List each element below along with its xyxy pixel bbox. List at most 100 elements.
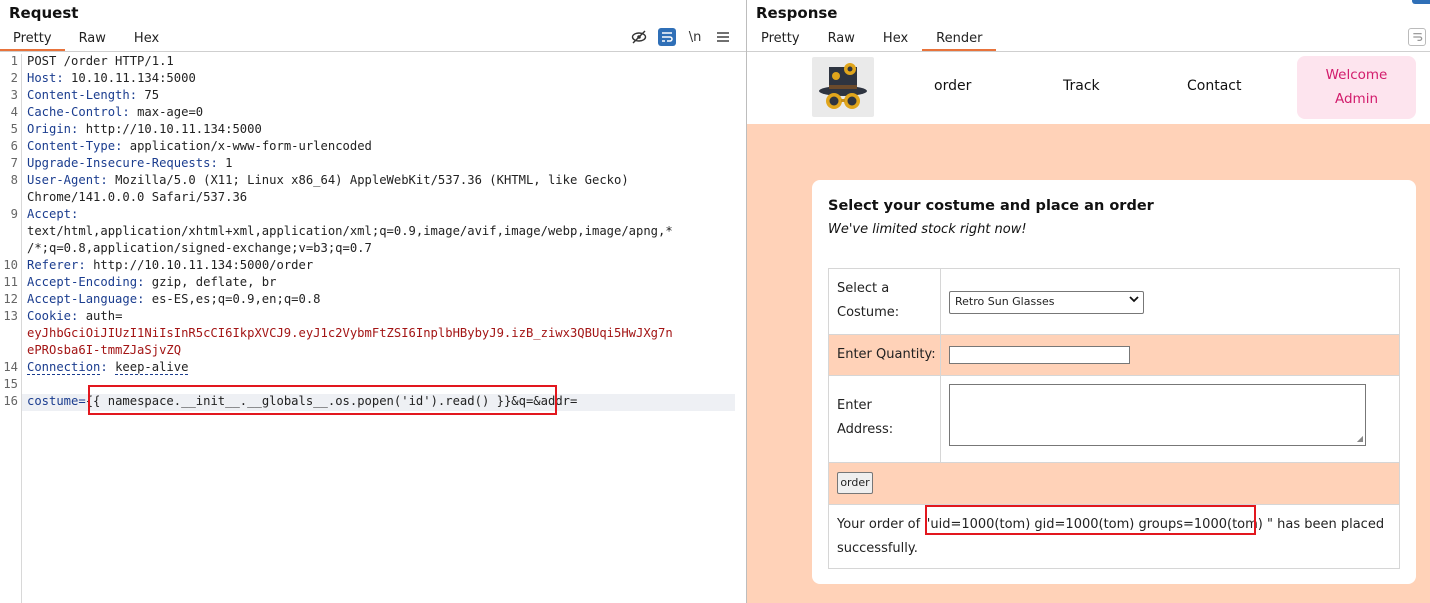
- result-highlight-box: [925, 505, 1256, 535]
- header-value: max-age=0: [137, 105, 204, 119]
- button-row: order: [829, 462, 1399, 504]
- quantity-input[interactable]: [949, 346, 1130, 364]
- nav-track[interactable]: Track: [1063, 78, 1100, 94]
- quantity-row: Enter Quantity:: [829, 334, 1399, 375]
- code-line[interactable]: Content-Type: application/x-www-form-url…: [27, 139, 372, 153]
- header-separator: :: [100, 173, 116, 187]
- address-textarea[interactable]: ◢: [949, 384, 1366, 446]
- header-separator: =: [78, 394, 86, 408]
- code-line[interactable]: User-Agent: Mozilla/5.0 (X11; Linux x86_…: [27, 173, 629, 187]
- code-line[interactable]: Accept:: [27, 207, 78, 221]
- code-line[interactable]: Chrome/141.0.0.0 Safari/537.36: [27, 190, 247, 204]
- address-row: Enter Address: ◢: [829, 375, 1399, 462]
- line-number: 3: [10, 88, 18, 102]
- request-title: Request: [9, 4, 79, 22]
- tab-hex[interactable]: Hex: [120, 30, 173, 51]
- code-line[interactable]: Connection: keep-alive: [27, 360, 189, 375]
- code-line[interactable]: text/html,application/xhtml+xml,applicat…: [27, 224, 673, 238]
- header-key: Referer: [27, 258, 79, 272]
- line-number: 16: [3, 394, 18, 408]
- order-button[interactable]: order: [837, 472, 873, 494]
- code-line[interactable]: Accept-Encoding: gzip, deflate, br: [27, 275, 277, 289]
- wrap-icon[interactable]: [1408, 28, 1426, 46]
- code-line[interactable]: Cookie: auth=: [27, 309, 122, 323]
- corner-indicator: [1412, 0, 1430, 4]
- menu-icon[interactable]: [714, 28, 732, 46]
- header-separator: :: [71, 309, 86, 323]
- code-line[interactable]: Host: 10.10.11.134:5000: [27, 71, 196, 85]
- tab-hex[interactable]: Hex: [869, 30, 922, 51]
- resize-handle-icon[interactable]: ◢: [1357, 434, 1363, 443]
- header-key: costume: [27, 394, 79, 408]
- line-number: 13: [3, 309, 18, 323]
- line-number: 5: [10, 122, 18, 136]
- code-line[interactable]: eyJhbGciOiJIUzI1NiIsInR5cCI6IkpXVCJ9.eyJ…: [27, 326, 673, 340]
- cookie-value: eyJhbGciOiJIUzI1NiIsInR5cCI6IkpXVCJ9.eyJ…: [27, 326, 673, 340]
- newline-icon[interactable]: \n: [686, 28, 704, 46]
- code-line[interactable]: Origin: http://10.10.11.134:5000: [27, 122, 262, 136]
- line-number: 2: [10, 71, 18, 85]
- header-value: application/x-www-form-urlencoded: [129, 139, 372, 153]
- header-separator: :: [129, 88, 145, 102]
- line-number: 6: [10, 139, 18, 153]
- line-number: 14: [3, 360, 18, 374]
- tab-render[interactable]: Render: [922, 30, 997, 51]
- steampunk-hat-logo[interactable]: [812, 57, 874, 117]
- nav-contact[interactable]: Contact: [1187, 78, 1241, 94]
- tab-pretty[interactable]: Pretty: [747, 30, 814, 51]
- header-key: Host: [27, 71, 57, 85]
- header-value: gzip, deflate, br: [151, 275, 277, 289]
- code-line[interactable]: POST /order HTTP/1.1: [27, 54, 174, 68]
- request-toolbar: \n: [630, 28, 732, 46]
- code-line[interactable]: Referer: http://10.10.11.134:5000/order: [27, 258, 313, 272]
- tab-pretty[interactable]: Pretty: [0, 30, 65, 51]
- payload-highlight-box: [88, 385, 557, 415]
- header-key: Origin: [27, 122, 72, 136]
- wrap-icon[interactable]: [658, 28, 676, 46]
- costume-label: Select a Costume:: [837, 281, 900, 320]
- header-key: Content-Length: [27, 88, 130, 102]
- line-number: 4: [10, 105, 18, 119]
- header-value: 10.10.11.134:5000: [71, 71, 196, 85]
- code-line[interactable]: Cache-Control: max-age=0: [27, 105, 203, 119]
- address-label: Enter Address:: [837, 398, 894, 437]
- welcome-line-2: Admin: [1334, 91, 1379, 107]
- card-subtitle: We've limited stock right now!: [828, 222, 1027, 237]
- header-value: keep-alive: [115, 360, 189, 375]
- header-separator: :: [56, 71, 72, 85]
- costume-select[interactable]: Retro Sun Glasses: [949, 291, 1144, 314]
- costume-row: Select a Costume: Retro Sun Glasses: [829, 269, 1399, 334]
- header-separator: :: [100, 360, 116, 374]
- code-line[interactable]: Accept-Language: es-ES,es;q=0.9,en;q=0.8: [27, 292, 321, 306]
- header-value: Chrome/141.0.0.0 Safari/537.36: [27, 190, 248, 204]
- header-key: Cache-Control: [27, 105, 123, 119]
- header-key: Upgrade-Insecure-Requests: [27, 156, 211, 170]
- header-value: 75: [144, 88, 160, 102]
- code-line[interactable]: ePROsba6I-tmmZJaSjvZQ: [27, 343, 181, 357]
- header-value: text/html,application/xhtml+xml,applicat…: [27, 224, 673, 238]
- welcome-badge[interactable]: Welcome Admin: [1297, 56, 1416, 119]
- header-key: User-Agent: [27, 173, 101, 187]
- tab-raw[interactable]: Raw: [814, 30, 869, 51]
- header-value: POST /order HTTP/1.1: [27, 54, 174, 68]
- cookie-value: ePROsba6I-tmmZJaSjvZQ: [27, 343, 182, 357]
- header-key: Accept: [27, 207, 72, 221]
- code-line[interactable]: /*;q=0.8,application/signed-exchange;v=b…: [27, 241, 372, 255]
- header-key: Accept-Encoding: [27, 275, 138, 289]
- request-pane: Request Pretty Raw Hex \n 1 POST /order H…: [0, 0, 746, 603]
- eye-slash-icon[interactable]: [630, 28, 648, 46]
- header-separator: :: [71, 122, 86, 136]
- code-line[interactable]: Content-Length: 75: [27, 88, 159, 102]
- response-pane: Response Pretty Raw Hex Render order Tra…: [747, 0, 1430, 603]
- header-value: /*;q=0.8,application/signed-exchange;v=b…: [27, 241, 372, 255]
- tab-raw[interactable]: Raw: [65, 30, 120, 51]
- welcome-line-1: Welcome: [1325, 67, 1388, 83]
- nav-order[interactable]: order: [934, 78, 971, 94]
- header-separator: :: [115, 139, 130, 153]
- response-title: Response: [756, 4, 838, 22]
- header-separator: :: [137, 292, 152, 306]
- header-value: 1: [225, 156, 233, 170]
- line-number: 12: [3, 292, 18, 306]
- line-number: 11: [3, 275, 18, 289]
- code-line[interactable]: Upgrade-Insecure-Requests: 1: [27, 156, 232, 170]
